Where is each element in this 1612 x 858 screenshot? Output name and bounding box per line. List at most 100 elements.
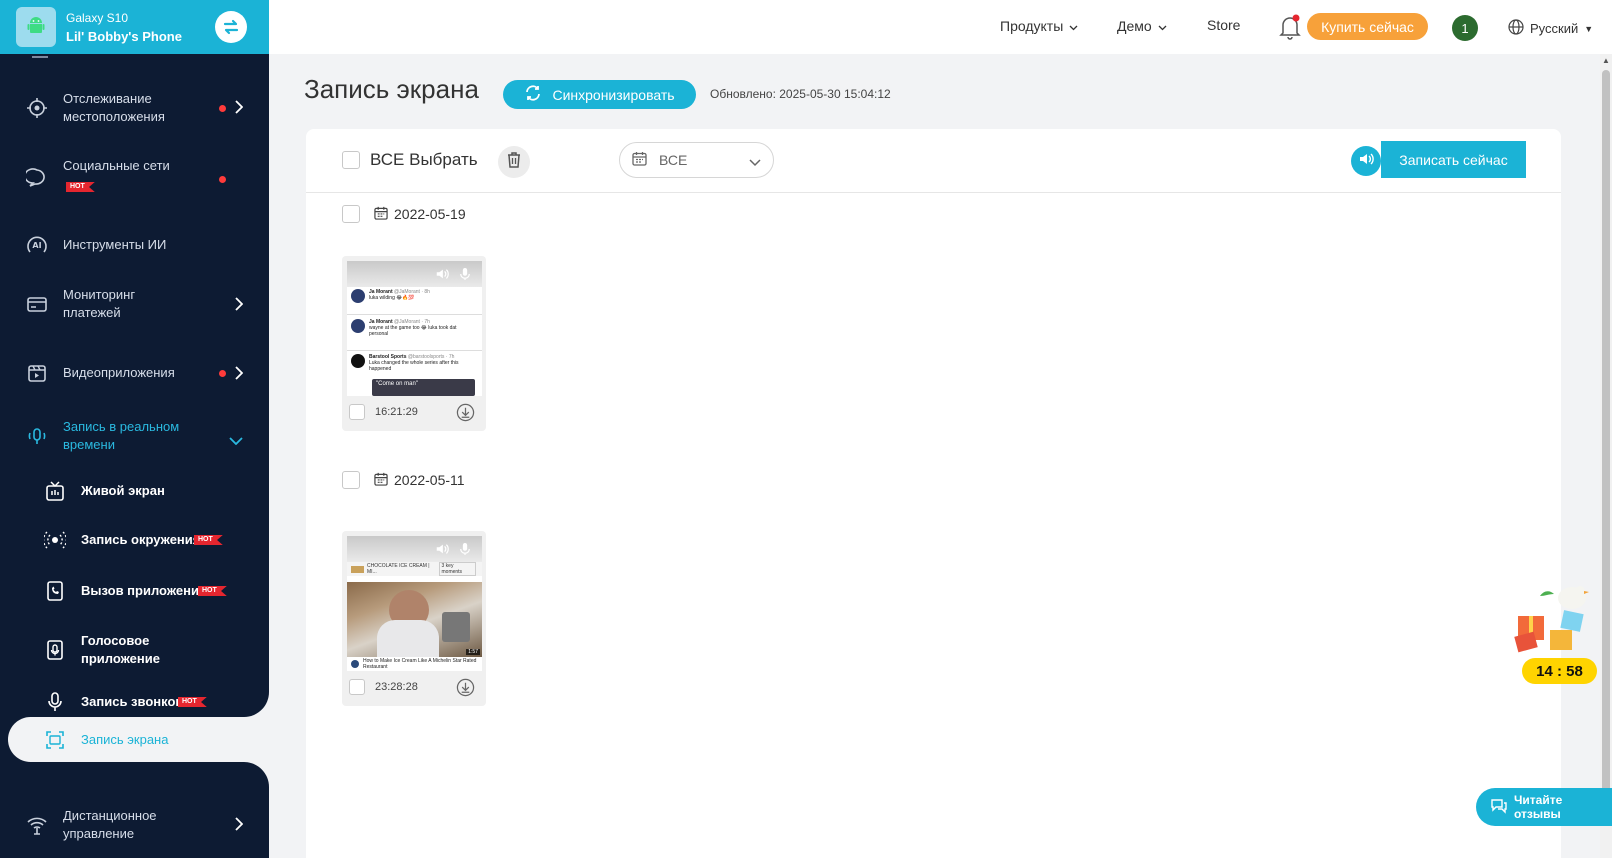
sidebar-item-label: Инструменты ИИ (63, 237, 167, 252)
chat-icon (1490, 798, 1508, 817)
chevron-down-icon (749, 154, 761, 170)
thumbnail-header (347, 261, 482, 287)
microphone-icon (42, 689, 68, 715)
svg-text:AI: AI (32, 241, 41, 250)
notification-dot (219, 176, 226, 183)
sidebar-item-social[interactable]: Социальные сети HOT (0, 158, 269, 196)
date-group-header: 2022-05-19 (342, 205, 466, 223)
chevron-right-icon (235, 100, 244, 119)
user-avatar[interactable]: 1 (1452, 15, 1478, 41)
video-header-row: CHOCOLATE ICE CREAM | MI... 3 key moment… (347, 562, 482, 576)
sidebar-item-video-apps[interactable]: Видеоприложения (0, 360, 269, 386)
device-model: Galaxy S10 (66, 10, 129, 25)
chevron-right-icon (235, 366, 244, 385)
store-link[interactable]: Store (1207, 17, 1240, 33)
page-scrollbar[interactable]: ▲ (1600, 54, 1612, 858)
countdown-timer[interactable]: 14 : 58 (1522, 658, 1597, 684)
sync-button[interactable]: Синхронизировать (503, 80, 696, 109)
recordings-panel: ВСЕ Выбрать ВСЕ Записать сейчас 2022-05-… (306, 129, 1561, 858)
sidebar-subitem-label: Запись экрана (81, 732, 169, 747)
buy-now-button[interactable]: Купить сейчас (1307, 13, 1428, 40)
voice-app-icon (42, 637, 68, 663)
speaker-icon (435, 542, 449, 561)
read-reviews-button[interactable]: Читайте отзывы (1476, 788, 1612, 826)
active-curve-top (219, 692, 269, 717)
recording-thumbnail[interactable]: Ja Morant @JaMorant · 8h luka wilding 😂🔥… (347, 261, 482, 396)
sidebar-subitem-label: Запись звонков (81, 694, 184, 709)
tweet-preview: Ja Morant @JaMorant · 7h wayne at the ga… (351, 319, 479, 347)
phone-app-icon (42, 578, 68, 604)
video-frame: 1:57 (347, 582, 482, 657)
switch-device-icon[interactable] (215, 11, 247, 43)
language-selector[interactable]: Русский ▼ (1508, 19, 1593, 38)
sidebar-subitem-screen-record[interactable]: Запись экрана (0, 727, 269, 753)
active-curve-bottom (219, 762, 269, 787)
broadcast-mic-icon (24, 423, 50, 449)
credit-card-icon (24, 291, 50, 317)
group-checkbox[interactable] (342, 205, 360, 223)
live-screen-icon (42, 478, 68, 504)
screen-record-icon (42, 727, 68, 753)
select-all-checkbox[interactable] (342, 151, 360, 169)
page-title: Запись экрана (304, 74, 479, 104)
ai-icon: AI (24, 232, 50, 258)
select-all[interactable]: ВСЕ Выбрать (342, 150, 478, 170)
chevron-down-icon (1069, 18, 1078, 34)
download-icon[interactable] (456, 403, 475, 427)
sidebar-item-ai-tools[interactable]: AI Инструменты ИИ (0, 232, 269, 258)
chevron-down-icon (229, 432, 243, 450)
recording-checkbox[interactable] (349, 404, 365, 420)
speaker-icon (435, 267, 449, 286)
audio-toggle-button[interactable] (1351, 146, 1381, 176)
hot-badge: HOT (66, 182, 95, 192)
reviews-label: Читайте отзывы (1514, 793, 1563, 821)
recording-card[interactable]: CHOCOLATE ICE CREAM | MI... 3 key moment… (342, 531, 486, 706)
sidebar-item-remote-text: Дистанционное управление (63, 808, 157, 841)
thumbnail-header (347, 536, 482, 562)
hot-badge: HOT (194, 535, 223, 545)
scrollbar-thumb[interactable] (1602, 70, 1610, 805)
bell-icon[interactable] (1278, 14, 1302, 45)
sidebar: Galaxy S10 Lil' Bobby's Phone Отслеживан… (0, 0, 269, 858)
notification-dot (219, 105, 226, 112)
sidebar-subitem-label: Живой экран (81, 483, 165, 498)
download-icon[interactable] (456, 678, 475, 702)
recording-checkbox[interactable] (349, 679, 365, 695)
sidebar-subitem-label: Вызов приложения (81, 583, 207, 598)
sidebar-item-label: Социальные сети (63, 158, 170, 173)
sidebar-item-realtime-text: Запись в реальном времени (63, 419, 180, 452)
chevron-down-icon (1158, 18, 1167, 34)
hot-badge: HOT (198, 586, 227, 596)
notification-dot (219, 370, 226, 377)
scroll-up-arrow-icon[interactable]: ▲ (1602, 56, 1610, 65)
sidebar-subitem-ambient[interactable]: Запись окружения HOT (0, 527, 269, 553)
recording-time: 16:21:29 (375, 406, 418, 418)
demo-menu[interactable]: Демо (1117, 18, 1167, 34)
sidebar-item-payments-text: Мониторинг платежей (63, 287, 136, 320)
date-filter-select[interactable]: ВСЕ (619, 142, 774, 178)
recordings-toolbar: ВСЕ Выбрать ВСЕ Записать сейчас (306, 129, 1561, 193)
products-label: Продукты (1000, 18, 1064, 34)
calendar-icon (374, 472, 388, 489)
group-date: 2022-05-11 (394, 472, 465, 488)
record-now-button[interactable]: Записать сейчас (1381, 141, 1526, 178)
android-icon (16, 7, 56, 47)
hot-badge: HOT (178, 697, 207, 707)
sidebar-item-label: Видеоприложения (63, 365, 175, 380)
trash-icon (506, 151, 522, 174)
sidebar-subitem-live-screen[interactable]: Живой экран (0, 478, 269, 504)
recording-footer: 23:28:28 (349, 677, 479, 697)
promo-gift-widget[interactable] (1512, 582, 1597, 662)
delete-button[interactable] (498, 146, 530, 178)
device-header[interactable]: Galaxy S10 Lil' Bobby's Phone (0, 0, 269, 54)
group-checkbox[interactable] (342, 471, 360, 489)
chevron-right-icon (235, 817, 244, 836)
products-menu[interactable]: Продукты (1000, 18, 1078, 34)
recording-thumbnail[interactable]: CHOCOLATE ICE CREAM | MI... 3 key moment… (347, 536, 482, 671)
recording-card[interactable]: Ja Morant @JaMorant · 8h luka wilding 😂🔥… (342, 256, 486, 431)
chevron-right-icon (235, 297, 244, 316)
sidebar-subitem-app-call[interactable]: Вызов приложения HOT (0, 578, 269, 604)
globe-icon (1508, 19, 1524, 38)
microphone-icon (459, 267, 471, 286)
sidebar-item-location-text: Отслеживание местоположения (63, 91, 165, 124)
